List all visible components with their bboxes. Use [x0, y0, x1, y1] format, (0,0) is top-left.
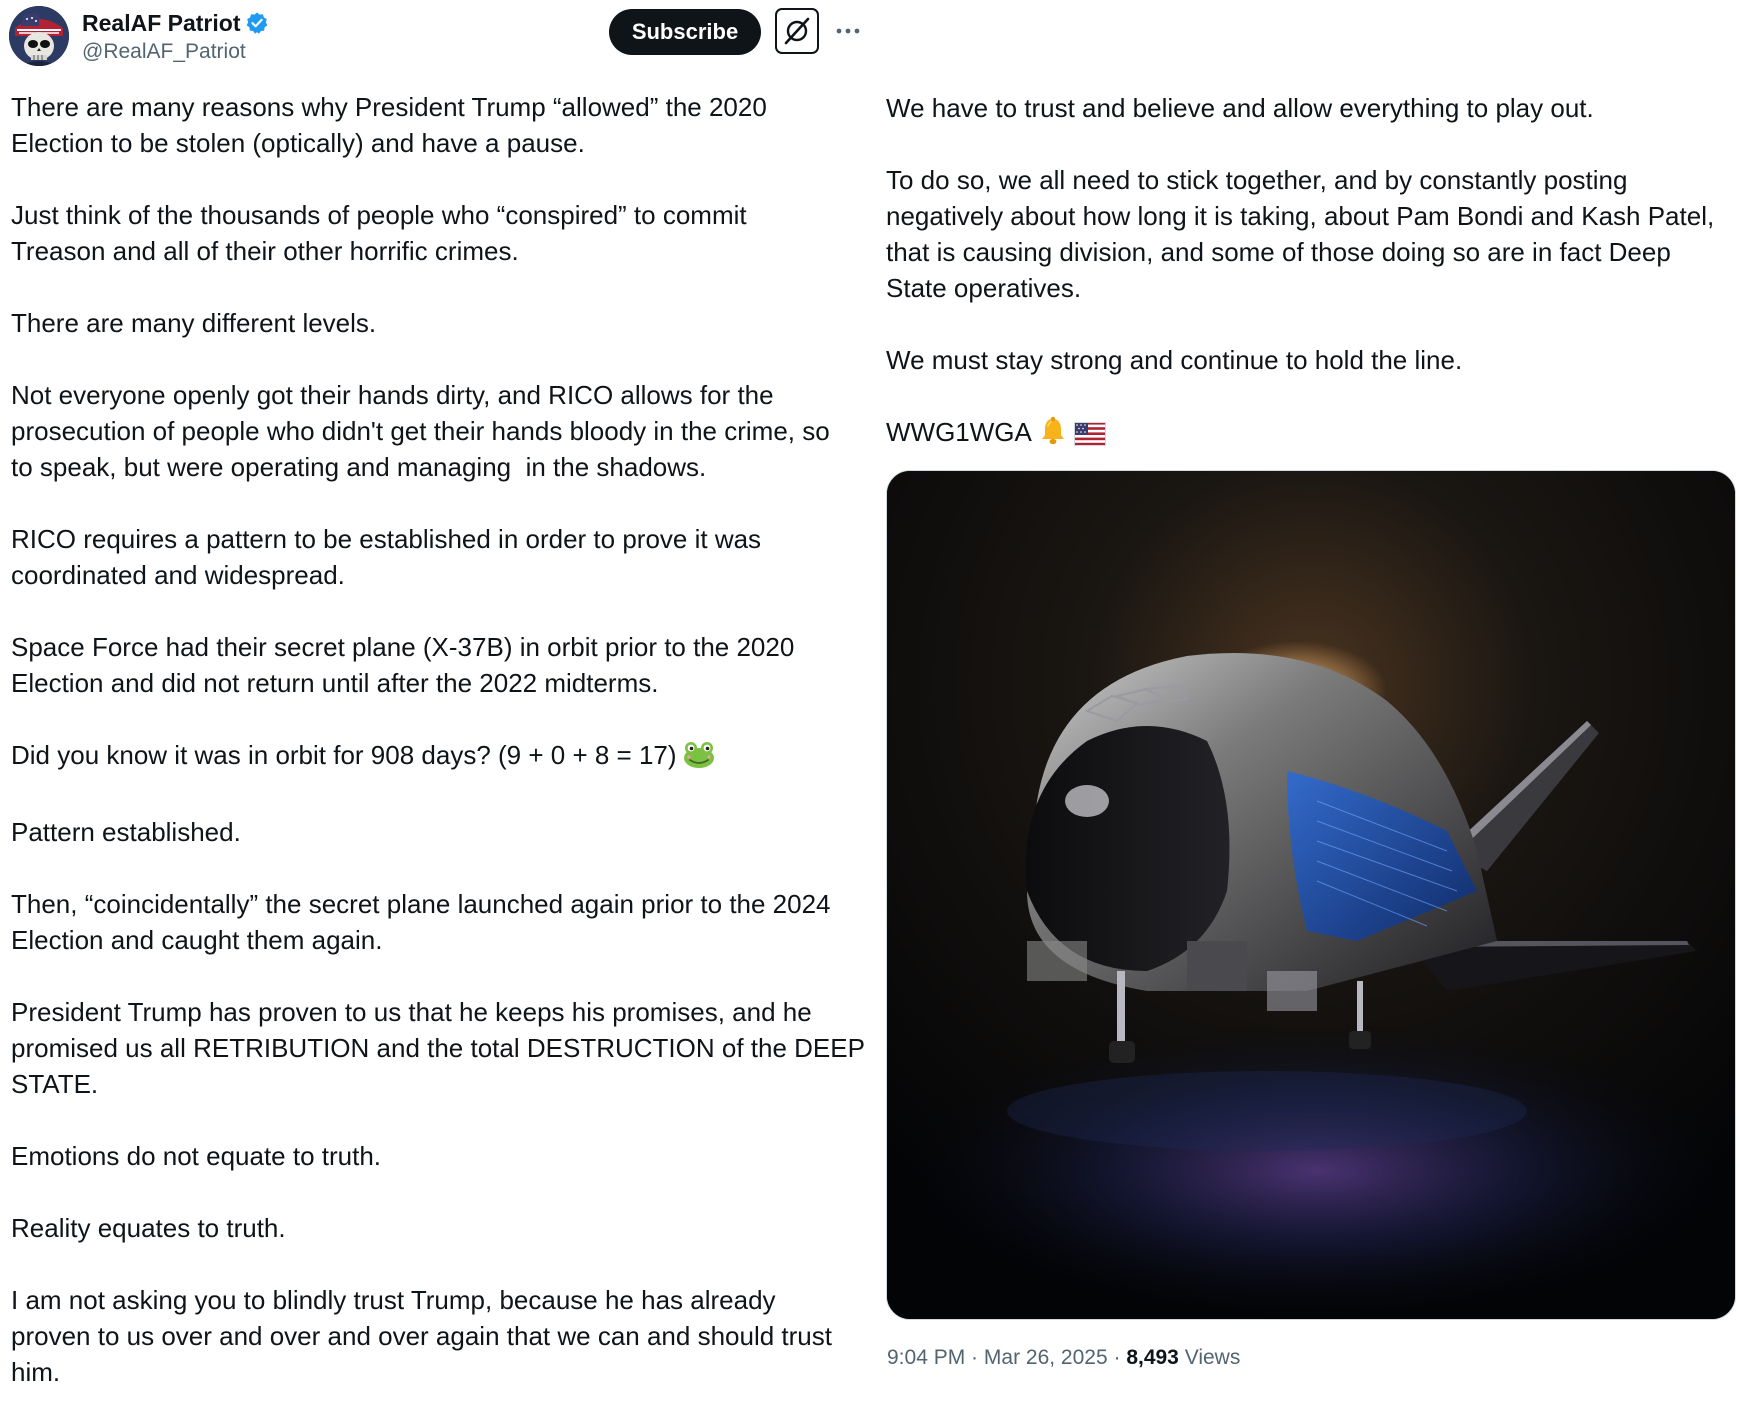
- post-paragraph: Space Force had their secret plane (X-37…: [11, 632, 795, 698]
- post-paragraph: Pattern established.: [11, 817, 241, 847]
- name-row: RealAF Patriot: [82, 8, 269, 38]
- spaceplane-image: [887, 471, 1735, 1319]
- post-paragraph: Emotions do not equate to truth.: [11, 1141, 382, 1171]
- bell-emoji-icon: [1038, 416, 1068, 455]
- subscribe-button[interactable]: Subscribe: [609, 9, 761, 55]
- more-icon: [836, 28, 860, 34]
- grok-button[interactable]: [775, 8, 819, 54]
- post-paragraph: Not everyone openly got their hands dirt…: [11, 380, 830, 482]
- hashtag-text: WWG1WGA: [886, 417, 1032, 447]
- post-paragraph-with-emoji: Did you know it was in orbit for 908 day…: [11, 737, 871, 778]
- post-media-image[interactable]: [886, 470, 1736, 1320]
- post-paragraph: Reality equates to truth.: [11, 1213, 286, 1243]
- more-options-button[interactable]: [833, 14, 863, 48]
- post-paragraph: To do so, we all need to stick together,…: [886, 165, 1715, 303]
- us-flag-emoji-icon: [1073, 419, 1106, 455]
- post-paragraph: Then, “coincidentally” the secret plane …: [11, 889, 831, 955]
- post-paragraph: RICO requires a pattern to be establishe…: [11, 524, 762, 590]
- post-paragraph: I am not asking you to blindly trust Tru…: [11, 1285, 832, 1387]
- views-count: 8,493: [1126, 1346, 1179, 1369]
- handle[interactable]: @RealAF_Patriot: [82, 40, 269, 64]
- post-date[interactable]: Mar 26, 2025: [984, 1346, 1108, 1369]
- display-name[interactable]: RealAF Patriot: [82, 10, 240, 37]
- meta-separator: ·: [1107, 1346, 1127, 1369]
- post-paragraph: President Trump has proven to us that he…: [11, 997, 865, 1099]
- author-info[interactable]: RealAF Patriot @RealAF_Patriot: [82, 8, 269, 64]
- post-paragraph: There are many different levels.: [11, 308, 377, 338]
- post-paragraph: We have to trust and believe and allow e…: [886, 93, 1594, 123]
- avatar-image: [9, 6, 69, 66]
- post-time[interactable]: 9:04 PM: [887, 1346, 965, 1369]
- verified-badge-icon[interactable]: [245, 11, 269, 35]
- grok-icon: [784, 17, 810, 45]
- post-text-left: There are many reasons why President Tru…: [11, 89, 871, 1426]
- post-paragraph-text: Did you know it was in orbit for 908 day…: [11, 740, 677, 770]
- meta-separator: ·: [965, 1346, 984, 1369]
- avatar[interactable]: [9, 6, 69, 66]
- post-paragraph: We must stay strong and continue to hold…: [886, 345, 1463, 375]
- views-label: Views: [1178, 1346, 1241, 1369]
- post-paragraph-with-emoji: WWG1WGA: [886, 414, 1736, 455]
- frog-emoji-icon: [683, 741, 715, 778]
- post-paragraph: There are many reasons why President Tru…: [11, 92, 767, 158]
- post-paragraph: Just think of the thousands of people wh…: [11, 200, 747, 266]
- post-text-right: We have to trust and believe and allow e…: [886, 90, 1736, 491]
- post-meta: 9:04 PM · Mar 26, 2025 · 8,493 Views: [887, 1346, 1240, 1370]
